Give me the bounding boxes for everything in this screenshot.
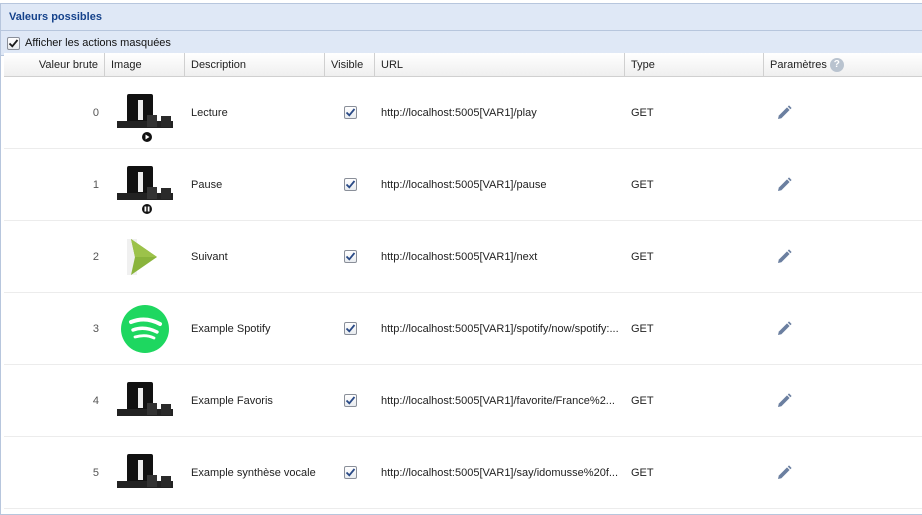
- raw-value-cell: 0: [92, 106, 99, 119]
- visible-checkbox[interactable]: [343, 322, 357, 335]
- description-cell: Example Favoris: [191, 394, 273, 407]
- visible-cell: [325, 149, 375, 220]
- spotify-logo-icon: [113, 297, 177, 361]
- url-text: http://localhost:5005[VAR1]/play: [381, 106, 537, 119]
- edit-params-button[interactable]: [774, 463, 794, 483]
- url-cell: http://localhost:5005[VAR1]/pause: [375, 149, 625, 220]
- url-cell: http://localhost:5005[VAR1]/favorite/Fra…: [375, 365, 625, 436]
- pencil-icon: [778, 464, 792, 479]
- type-cell: GET: [631, 394, 654, 407]
- description-cell: Suivant: [191, 250, 228, 263]
- description-cell: Lecture: [191, 106, 228, 119]
- show-hidden-checkbox[interactable]: [7, 36, 20, 50]
- params-cell: [764, 365, 922, 436]
- raw-value-cell: 4: [92, 394, 99, 407]
- visible-checkbox[interactable]: [343, 106, 357, 119]
- pencil-icon: [778, 320, 792, 335]
- description-cell: Example Spotify: [191, 322, 271, 335]
- url-cell: http://localhost:5005[VAR1]/next: [375, 221, 625, 292]
- table-row[interactable]: 3 Example Spotify http://localhost:5005[…: [4, 293, 922, 365]
- column-header-description[interactable]: Description: [185, 53, 325, 76]
- edit-params-button[interactable]: [774, 319, 794, 339]
- checkmark-icon: [8, 38, 19, 48]
- raw-value-cell: 3: [92, 322, 99, 335]
- table-row[interactable]: 5 Example synthèse vocale http://localho…: [4, 437, 922, 509]
- help-icon[interactable]: ?: [829, 57, 844, 72]
- table-row[interactable]: 0 Lecture http://localhost:5005[VAR1]/pl…: [4, 77, 922, 149]
- description-cell: Example synthèse vocale: [191, 466, 316, 479]
- pencil-icon: [778, 176, 792, 191]
- pencil-icon: [778, 392, 792, 407]
- visible-cell: [325, 365, 375, 436]
- visible-checkbox[interactable]: [343, 250, 357, 263]
- image-cell: [105, 293, 185, 364]
- type-cell: GET: [631, 106, 654, 119]
- column-header-params[interactable]: Paramètres ?: [764, 53, 922, 76]
- soundbar-icon: [113, 441, 177, 505]
- type-cell: GET: [631, 250, 654, 263]
- url-text: http://localhost:5005[VAR1]/pause: [381, 178, 547, 191]
- panel-title: Valeurs possibles: [1, 4, 922, 31]
- edit-params-button[interactable]: [774, 175, 794, 195]
- column-header-visible[interactable]: Visible: [325, 53, 375, 76]
- url-text: http://localhost:5005[VAR1]/next: [381, 250, 538, 263]
- params-cell: [764, 77, 922, 148]
- url-cell: http://localhost:5005[VAR1]/say/idomusse…: [375, 437, 625, 508]
- visible-cell: [325, 293, 375, 364]
- url-cell: http://localhost:5005[VAR1]/play: [375, 77, 625, 148]
- type-cell: GET: [631, 178, 654, 191]
- raw-value-cell: 2: [92, 250, 99, 263]
- type-cell: GET: [631, 322, 654, 335]
- visible-cell: [325, 77, 375, 148]
- visible-checkbox[interactable]: [343, 178, 357, 191]
- image-cell: [105, 221, 185, 292]
- column-header-params-label: Paramètres: [770, 58, 827, 71]
- checkmark-icon: [345, 252, 355, 261]
- visible-checkbox[interactable]: [343, 466, 357, 479]
- soundbar-pause-icon: [113, 153, 177, 217]
- checkmark-icon: [345, 324, 355, 333]
- next-arrow-icon: [113, 225, 177, 289]
- raw-value-cell: 5: [92, 466, 99, 479]
- image-cell: [105, 149, 185, 220]
- column-header-raw-value[interactable]: Valeur brute: [4, 53, 105, 76]
- pencil-icon: [778, 248, 792, 263]
- visible-cell: [325, 221, 375, 292]
- checkmark-icon: [345, 396, 355, 405]
- url-text: http://localhost:5005[VAR1]/favorite/Fra…: [381, 394, 615, 407]
- edit-params-button[interactable]: [774, 247, 794, 267]
- checkmark-icon: [345, 108, 355, 117]
- table-row[interactable]: 2 Suivant http://localhost:5005[VAR1]/ne…: [4, 221, 922, 293]
- image-cell: [105, 77, 185, 148]
- params-cell: [764, 437, 922, 508]
- table-row[interactable]: 4 Example Favoris http://localhost:5005[…: [4, 365, 922, 437]
- params-cell: [764, 293, 922, 364]
- column-header-url[interactable]: URL: [375, 53, 625, 76]
- image-cell: [105, 365, 185, 436]
- raw-value-cell: 1: [92, 178, 99, 191]
- checkmark-icon: [345, 180, 355, 189]
- url-text: http://localhost:5005[VAR1]/spotify/now/…: [381, 322, 619, 335]
- edit-params-button[interactable]: [774, 391, 794, 411]
- params-cell: [764, 221, 922, 292]
- description-cell: Pause: [191, 178, 223, 191]
- image-cell: [105, 437, 185, 508]
- checkmark-icon: [345, 468, 355, 477]
- soundbar-play-icon: [113, 81, 177, 145]
- column-header-image[interactable]: Image: [105, 53, 185, 76]
- column-header-type[interactable]: Type: [625, 53, 764, 76]
- show-hidden-label[interactable]: Afficher les actions masquées: [25, 37, 171, 49]
- soundbar-icon: [113, 369, 177, 433]
- table-row[interactable]: 1 Pause http://localhost:5005[VAR1]/paus…: [4, 149, 922, 221]
- pencil-icon: [778, 104, 792, 119]
- url-cell: http://localhost:5005[VAR1]/spotify/now/…: [375, 293, 625, 364]
- url-text: http://localhost:5005[VAR1]/say/idomusse…: [381, 466, 619, 479]
- edit-params-button[interactable]: [774, 103, 794, 123]
- visible-cell: [325, 437, 375, 508]
- type-cell: GET: [631, 466, 654, 479]
- params-cell: [764, 149, 922, 220]
- grid-header: Valeur brute Image Description Visible U…: [4, 53, 922, 77]
- visible-checkbox[interactable]: [343, 394, 357, 407]
- values-grid: Valeur brute Image Description Visible U…: [4, 53, 922, 509]
